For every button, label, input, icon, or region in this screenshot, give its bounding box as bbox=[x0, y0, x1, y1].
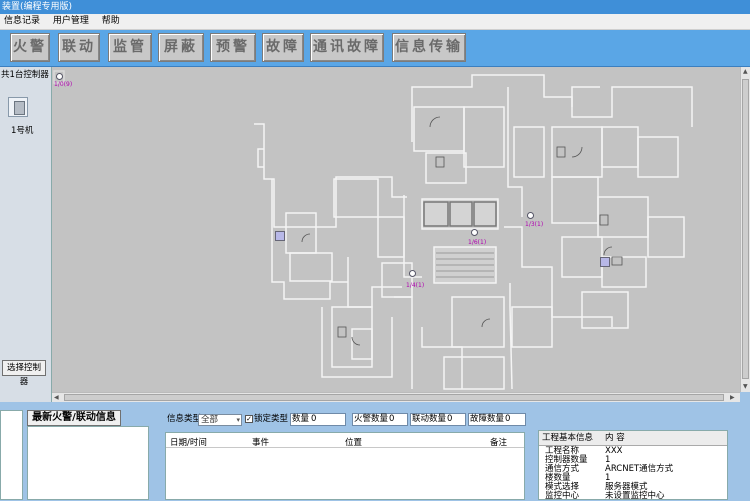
table-header-divider bbox=[166, 447, 524, 448]
lock-type-checkbox[interactable]: ✓ bbox=[245, 415, 253, 423]
info-type-label: 信息类型 bbox=[167, 414, 202, 424]
info-type-value: 全部 bbox=[201, 415, 219, 425]
shield-button[interactable]: 屏蔽 bbox=[158, 33, 204, 62]
detector-icon[interactable] bbox=[56, 73, 63, 80]
info-type-select[interactable]: 全部 bbox=[198, 414, 242, 426]
device-marker[interactable] bbox=[600, 257, 610, 267]
device-label-right: 1/3(1) bbox=[525, 221, 544, 228]
menu-item-user-management[interactable]: 用户管理 bbox=[53, 16, 89, 26]
info-transfer-button[interactable]: 信息传输 bbox=[392, 33, 466, 62]
detector-icon[interactable] bbox=[527, 212, 534, 219]
toolbar: 火警 联动 监管 屏蔽 预警 故障 通讯故障 信息传输 bbox=[0, 30, 750, 67]
device-label-topleft: 1/0(9) bbox=[54, 81, 73, 88]
scroll-left-icon[interactable]: ◀ bbox=[54, 394, 59, 401]
fault-count-label: 故障数量 bbox=[470, 414, 505, 424]
controller-label: 1号机 bbox=[11, 126, 34, 136]
count-value: 0 bbox=[311, 414, 317, 424]
vertical-scroll-thumb[interactable] bbox=[742, 79, 749, 379]
latest-alarm-title-button[interactable]: 最新火警/联动信息 bbox=[27, 410, 121, 426]
count-label: 数量 bbox=[292, 414, 310, 424]
menu-item-info-record[interactable]: 信息记录 bbox=[4, 16, 40, 26]
floor-plan-canvas[interactable]: 1/0(9) 1/6(1) 1/3(1) 1/4(1) bbox=[52, 67, 740, 392]
horizontal-scrollbar[interactable]: ◀ ▶ bbox=[52, 392, 740, 402]
controller-panel bbox=[0, 67, 52, 402]
info-header-key: 工程基本信息 bbox=[542, 433, 594, 443]
window-title-bar: 装置(编程专用版) bbox=[0, 0, 750, 14]
pre-alarm-button[interactable]: 预警 bbox=[210, 33, 256, 62]
lock-type-label: 锁定类型 bbox=[254, 414, 289, 424]
latest-alarm-list[interactable] bbox=[27, 426, 149, 500]
select-controller-button[interactable]: 选择控制器 bbox=[2, 360, 46, 387]
fire-alarm-button[interactable]: 火警 bbox=[10, 33, 50, 62]
scroll-down-icon[interactable]: ▼ bbox=[743, 383, 748, 390]
fault-button[interactable]: 故障 bbox=[262, 33, 304, 62]
window-title: 装置(编程专用版) bbox=[2, 2, 73, 12]
supervision-button[interactable]: 监管 bbox=[108, 33, 152, 62]
vertical-scrollbar[interactable]: ▲ ▼ bbox=[740, 67, 750, 392]
info-header-value: 内 容 bbox=[605, 433, 625, 443]
horizontal-scroll-thumb[interactable] bbox=[64, 394, 724, 401]
controller-count: 共1台控制器 bbox=[1, 70, 49, 80]
device-label-lower: 1/4(1) bbox=[406, 282, 425, 289]
linkage-button[interactable]: 联动 bbox=[58, 33, 100, 62]
scroll-up-icon[interactable]: ▲ bbox=[743, 68, 748, 75]
menu-item-help[interactable]: 帮助 bbox=[102, 16, 120, 26]
device-label-center: 1/6(1) bbox=[468, 239, 487, 246]
floor-plan-drawing bbox=[53, 70, 693, 390]
link-count-value: 0 bbox=[447, 414, 453, 424]
comm-fault-button[interactable]: 通讯故障 bbox=[310, 33, 384, 62]
menu-bar: 信息记录 用户管理 帮助 bbox=[0, 14, 750, 30]
controller-icon[interactable] bbox=[8, 97, 28, 117]
link-count-label: 联动数量 bbox=[412, 414, 447, 424]
scroll-right-icon[interactable]: ▶ bbox=[730, 394, 735, 401]
fire-count-label: 火警数量 bbox=[354, 414, 389, 424]
detector-icon[interactable] bbox=[409, 270, 416, 277]
fire-count-value: 0 bbox=[389, 414, 395, 424]
bottom-left-list[interactable] bbox=[0, 410, 23, 500]
info-row-value: ARCNET通信方式 bbox=[605, 464, 674, 474]
detector-icon[interactable] bbox=[471, 229, 478, 236]
fault-count-value: 0 bbox=[505, 414, 511, 424]
device-marker[interactable] bbox=[275, 231, 285, 241]
